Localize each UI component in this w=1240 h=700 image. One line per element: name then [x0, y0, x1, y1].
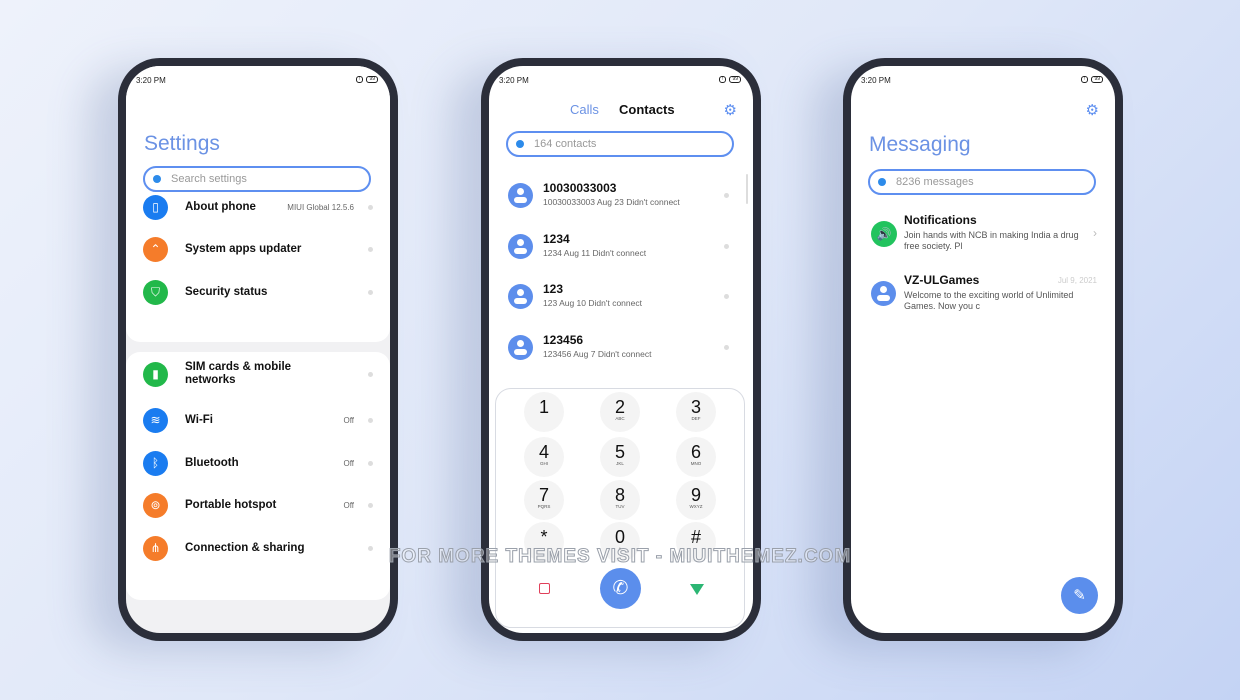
settings-item-about-phone[interactable]: ▯ About phone MIUI Global 12.5.6: [126, 189, 390, 225]
battery-icon: 99: [729, 76, 741, 83]
dial-key-8[interactable]: 9 WXYZ: [676, 480, 716, 520]
tab-calls[interactable]: Calls: [570, 102, 599, 117]
bluetooth-icon: ᛒ: [143, 450, 168, 476]
settings-item-sim-cards-mobile-networks[interactable]: ▮ SIM cards & mobile networks: [126, 356, 390, 392]
pencil-icon: ✎: [1073, 587, 1086, 604]
speaker-icon: 🔊: [871, 221, 897, 247]
info-indicator: [724, 344, 729, 350]
avatar: [508, 334, 533, 360]
call-button[interactable]: ✆: [600, 568, 641, 609]
arrow-indicator: [368, 460, 373, 466]
settings-item-wi-fi[interactable]: ≋ Wi-Fi Off: [126, 402, 390, 438]
compose-button[interactable]: ✎: [1061, 577, 1098, 614]
watermark: FOR MORE THEMES VISIT - MIUITHEMEZ.COM: [388, 546, 852, 568]
arrow-indicator: [368, 246, 373, 252]
avatar: [871, 281, 896, 306]
search-icon: [878, 178, 886, 186]
page-title: Messaging: [869, 133, 971, 156]
scrollbar[interactable]: [746, 174, 748, 204]
search-icon: [153, 175, 161, 183]
settings-item-bluetooth[interactable]: ᛒ Bluetooth Off: [126, 445, 390, 481]
search-icon: [516, 140, 524, 148]
stop-icon[interactable]: [539, 583, 550, 594]
gear-icon[interactable]: ⚙: [1086, 101, 1099, 119]
notification-icon: !: [356, 76, 364, 83]
info-indicator: [724, 294, 729, 299]
dial-key-1[interactable]: 2 ABC: [600, 392, 640, 432]
arrow-indicator: [368, 417, 373, 423]
wifi-icon: ≋: [143, 407, 168, 433]
notification-icon: !: [719, 76, 727, 83]
dial-key-4[interactable]: 5 JKL: [600, 437, 640, 477]
hotspot-icon: ⊚: [143, 492, 168, 518]
avatar: [508, 233, 533, 259]
dial-key-0[interactable]: 1: [524, 392, 564, 432]
info-indicator: [724, 193, 729, 198]
arrow-indicator: [368, 371, 373, 377]
battery-icon: 99: [1091, 76, 1103, 83]
arrow-indicator: [368, 502, 373, 508]
info-indicator: [724, 243, 729, 249]
search-input[interactable]: 164 contacts: [506, 131, 734, 157]
search-input[interactable]: 8236 messages: [868, 169, 1096, 195]
gear-icon[interactable]: ⚙: [724, 101, 737, 119]
arrow-indicator: [368, 204, 373, 210]
notification-icon: !: [1081, 76, 1089, 83]
status-bar: 3:20 PM! 99: [861, 76, 1103, 85]
dial-key-2[interactable]: 3 DEF: [676, 392, 716, 432]
battery-icon: 99: [366, 76, 378, 83]
dial-key-7[interactable]: 8 TUV: [600, 480, 640, 520]
status-bar: 3:20 PM! 99: [136, 76, 378, 85]
chevron-right-icon: ›: [1093, 226, 1097, 240]
dial-key-6[interactable]: 7 PQRS: [524, 480, 564, 520]
settings-item-system-apps-updater[interactable]: ⌃ System apps updater: [126, 231, 390, 267]
avatar: [508, 284, 533, 309]
dial-key-3[interactable]: 4 GHI: [524, 437, 564, 477]
tab-contacts[interactable]: Contacts: [619, 102, 675, 117]
dialpad: 1 2 ABC 3 DEF 4 GHI 5 JKL 6 MNO 7 PQRS 8 TUV 9 WXYZ * 0 + # …: [495, 388, 745, 628]
collapse-dialpad-icon[interactable]: [690, 584, 704, 595]
shield-icon: ⛉: [143, 279, 168, 305]
status-bar: 3:20 PM! 99: [499, 76, 741, 85]
page-title: Settings: [144, 132, 220, 155]
dial-key-5[interactable]: 6 MNO: [676, 437, 716, 477]
settings-item-portable-hotspot[interactable]: ⊚ Portable hotspot Off: [126, 487, 390, 523]
avatar: [508, 183, 533, 208]
phone-icon: ▯: [143, 194, 168, 220]
settings-item-security-status[interactable]: ⛉ Security status: [126, 274, 390, 310]
chevrons-up-icon: ⌃: [143, 236, 168, 262]
signal-icon: ▮: [143, 361, 168, 387]
phone-icon: ✆: [612, 578, 629, 599]
arrow-indicator: [368, 289, 373, 295]
